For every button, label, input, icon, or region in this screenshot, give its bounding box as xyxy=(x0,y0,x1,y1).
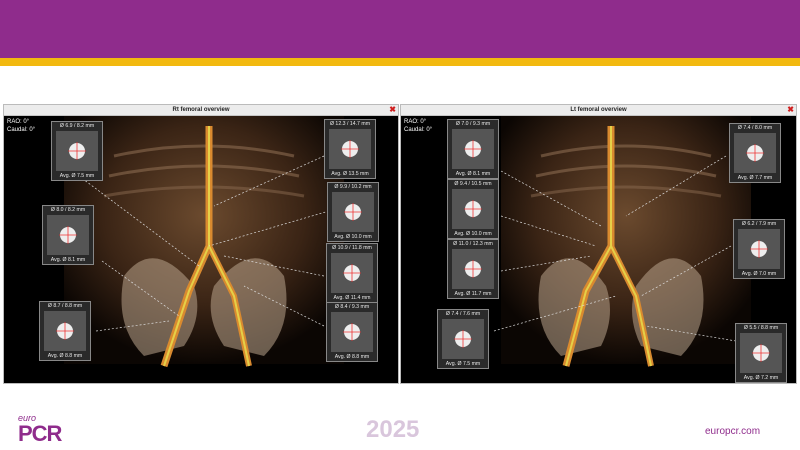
cross-section-inset[interactable]: Ø 8.4 / 9.3 mm Avg. Ø 8.8 mm xyxy=(326,302,378,362)
inset-average: Avg. Ø 8.1 mm xyxy=(455,171,491,177)
inset-average: Avg. Ø 10.0 mm xyxy=(334,234,372,240)
header-band xyxy=(0,0,800,58)
inset-diameters: Ø 12.3 / 14.7 mm xyxy=(329,121,371,127)
vessel-cross-section xyxy=(44,311,86,351)
vessel-cross-section xyxy=(734,133,776,173)
panel-titlebar: Lt femoral overview ✖ xyxy=(401,105,796,116)
vessel-cross-section xyxy=(331,253,373,293)
cross-section-inset[interactable]: Ø 6.2 / 7.9 mm Avg. Ø 7.0 mm xyxy=(733,219,785,279)
ct-viewport[interactable]: RAO: 0° Caudal: 0° Ø 6.9 / 8.2 mm Avg. Ø… xyxy=(4,116,398,383)
close-icon[interactable]: ✖ xyxy=(787,105,794,115)
inset-average: Avg. Ø 10.0 mm xyxy=(454,231,492,237)
inset-diameters: Ø 8.0 / 8.2 mm xyxy=(50,207,86,213)
view-orientation: RAO: 0° Caudal: 0° xyxy=(404,118,432,134)
inset-average: Avg. Ø 7.5 mm xyxy=(59,173,95,179)
cross-section-inset[interactable]: Ø 9.9 / 10.2 mm Avg. Ø 10.0 mm xyxy=(327,182,379,242)
orientation-rao: RAO: 0° xyxy=(7,119,30,125)
vessel-cross-section xyxy=(738,229,780,269)
cross-section-inset[interactable]: Ø 12.3 / 14.7 mm Avg. Ø 13.5 mm xyxy=(324,119,376,179)
inset-diameters: Ø 6.9 / 8.2 mm xyxy=(59,123,95,129)
inset-diameters: Ø 9.4 / 10.5 mm xyxy=(454,181,492,187)
vessel-cross-section xyxy=(452,249,494,289)
panel-title: Lt femoral overview xyxy=(570,107,627,113)
vessel-cross-section xyxy=(452,189,494,229)
vessel-cross-section xyxy=(329,129,371,169)
logo-pcr-text: PCR xyxy=(18,421,62,446)
cross-section-inset[interactable]: Ø 9.4 / 10.5 mm Avg. Ø 10.0 mm xyxy=(447,179,499,239)
inset-diameters: Ø 8.7 / 8.8 mm xyxy=(47,303,83,309)
inset-average: Avg. Ø 8.1 mm xyxy=(50,257,86,263)
panel-titlebar: Rt femoral overview ✖ xyxy=(4,105,398,116)
inset-average: Avg. Ø 7.7 mm xyxy=(737,175,773,181)
inset-average: Avg. Ø 8.8 mm xyxy=(334,354,370,360)
inset-diameters: Ø 7.4 / 8.0 mm xyxy=(737,125,773,131)
view-orientation: RAO: 0° Caudal: 0° xyxy=(7,118,35,134)
inset-diameters: Ø 9.9 / 10.2 mm xyxy=(334,184,372,190)
inset-diameters: Ø 6.2 / 7.9 mm xyxy=(741,221,777,227)
inset-average: Avg. Ø 11.4 mm xyxy=(333,295,371,301)
inset-average: Avg. Ø 11.7 mm xyxy=(454,291,492,297)
inset-diameters: Ø 5.5 / 8.8 mm xyxy=(743,325,779,331)
vessel-cross-section xyxy=(740,333,782,373)
cross-section-inset[interactable]: Ø 5.5 / 8.8 mm Avg. Ø 7.2 mm xyxy=(735,323,787,383)
cross-section-inset[interactable]: Ø 10.9 / 11.8 mm Avg. Ø 11.4 mm xyxy=(326,243,378,303)
cross-section-inset[interactable]: Ø 8.7 / 8.8 mm Avg. Ø 8.8 mm xyxy=(39,301,91,361)
inset-average: Avg. Ø 8.8 mm xyxy=(47,353,83,359)
rt-femoral-panel: Rt femoral overview ✖ RAO: 0° Caudal: 0°… xyxy=(3,104,399,384)
cross-section-inset[interactable]: Ø 6.9 / 8.2 mm Avg. Ø 7.5 mm xyxy=(51,121,103,181)
vessel-cross-section xyxy=(47,215,89,255)
inset-diameters: Ø 8.4 / 9.3 mm xyxy=(334,304,370,310)
ct-viewport[interactable]: RAO: 0° Caudal: 0° Ø 7.0 / 9.3 mm Avg. Ø… xyxy=(401,116,796,383)
inset-average: Avg. Ø 7.5 mm xyxy=(445,361,481,367)
cross-section-inset[interactable]: Ø 7.4 / 7.6 mm Avg. Ø 7.5 mm xyxy=(437,309,489,369)
website-link[interactable]: europcr.com xyxy=(705,426,760,437)
lt-femoral-panel: Lt femoral overview ✖ RAO: 0° Caudal: 0°… xyxy=(400,104,797,384)
inset-diameters: Ø 7.4 / 7.6 mm xyxy=(445,311,481,317)
orientation-rao: RAO: 0° xyxy=(404,119,427,125)
inset-average: Avg. Ø 7.2 mm xyxy=(743,375,779,381)
vessel-cross-section xyxy=(452,129,494,169)
event-year: 2025 xyxy=(366,416,420,443)
inset-average: Avg. Ø 7.0 mm xyxy=(741,271,777,277)
cross-section-inset[interactable]: Ø 8.0 / 8.2 mm Avg. Ø 8.1 mm xyxy=(42,205,94,265)
vessel-cross-section xyxy=(56,131,98,171)
cross-section-inset[interactable]: Ø 7.0 / 9.3 mm Avg. Ø 8.1 mm xyxy=(447,119,499,179)
vessel-cross-section xyxy=(331,312,373,352)
inset-average: Avg. Ø 13.5 mm xyxy=(331,171,369,177)
vessel-cross-section xyxy=(442,319,484,359)
europcr-logo: euro PCR xyxy=(18,414,62,446)
inset-diameters: Ø 7.0 / 9.3 mm xyxy=(455,121,491,127)
cross-section-inset[interactable]: Ø 11.0 / 12.3 mm Avg. Ø 11.7 mm xyxy=(447,239,499,299)
orientation-caudal: Caudal: 0° xyxy=(7,127,36,133)
cross-section-inset[interactable]: Ø 7.4 / 8.0 mm Avg. Ø 7.7 mm xyxy=(729,123,781,183)
orientation-caudal: Caudal: 0° xyxy=(404,127,433,133)
inset-diameters: Ø 11.0 / 12.3 mm xyxy=(453,241,493,247)
close-icon[interactable]: ✖ xyxy=(389,105,396,115)
vessel-cross-section xyxy=(332,192,374,232)
panel-title: Rt femoral overview xyxy=(172,107,230,113)
inset-diameters: Ø 10.9 / 11.8 mm xyxy=(332,245,372,251)
header-accent-line xyxy=(0,58,800,66)
